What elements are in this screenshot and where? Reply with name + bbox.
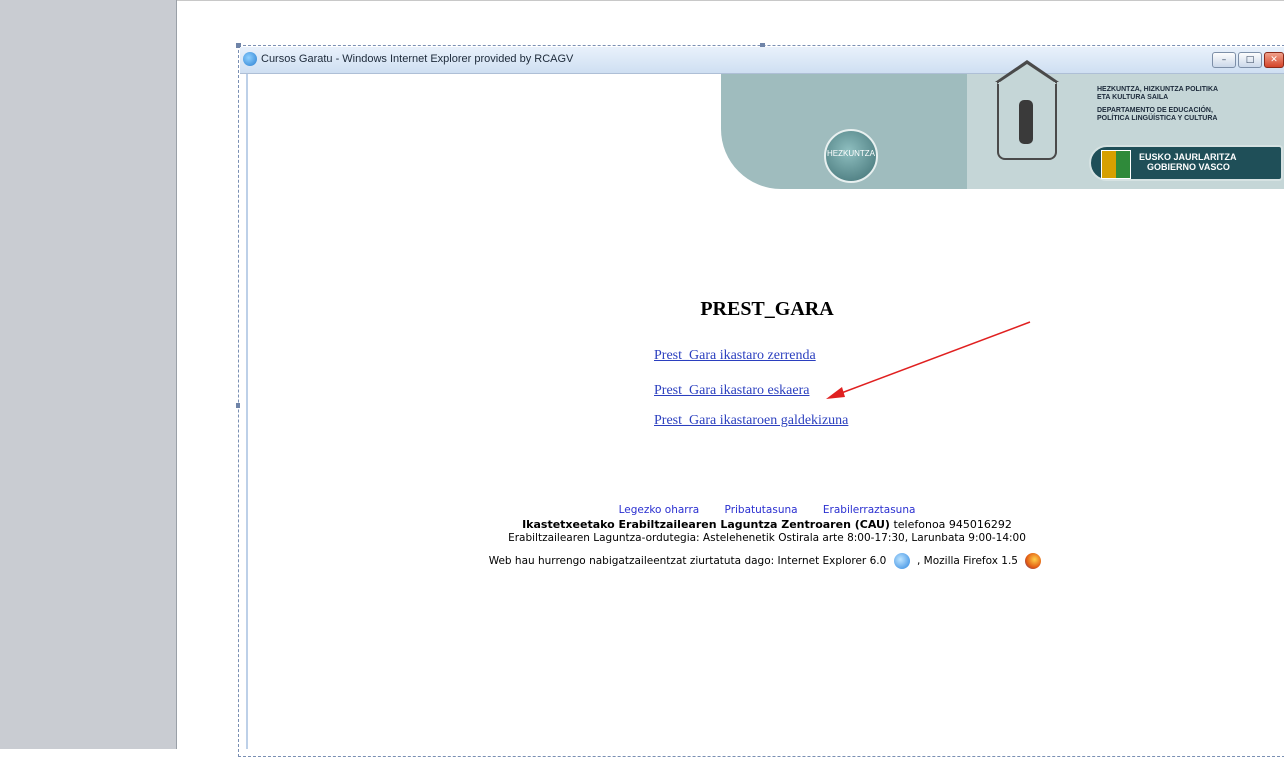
page-title: PREST_GARA [700, 298, 834, 320]
hezkuntza-badge-text: HEZKUNTZA [827, 149, 875, 158]
footer-browsers: Web hau hurrengo nabigatzaileentzat ziur… [248, 553, 1284, 569]
firefox-icon [1025, 553, 1042, 569]
footer-cau-name: Ikastetxeetako Erabiltzailearen Laguntza… [522, 518, 890, 531]
page-content: HEZKUNTZA HEZKUNTZA, HIZKUNTZA POLITIKA … [246, 60, 1284, 749]
footer-cau-phone: telefonoa 945016292 [889, 518, 1012, 531]
footer-browsers-prefix: Web hau hurrengo nabigatzaileentzat ziur… [488, 555, 887, 567]
basque-government-logo: EUSKO JAURLARITZA GOBIERNO VASCO [1089, 145, 1283, 181]
ie-titlebar: Cursos Garatu - Windows Internet Explore… [240, 47, 1284, 74]
footer-links: Legezko oharra Pribatutasuna Erabilerraz… [248, 504, 1284, 516]
slide-thumbnail-pane [0, 0, 177, 749]
dept-eu-line-1: HEZKUNTZA, HIZKUNTZA POLITIKA [1097, 86, 1219, 93]
tree-logo-icon [1019, 100, 1033, 144]
footer-link-privacy[interactable]: Pribatutasuna [725, 504, 798, 516]
gov-name-eu: EUSKO JAURLARITZA [1139, 152, 1237, 162]
dept-eu-line-2: ETA KULTURA SAILA [1097, 94, 1169, 101]
link-course-list[interactable]: Prest_Gara ikastaro zerrenda [654, 348, 816, 364]
footer-link-legal[interactable]: Legezko oharra [619, 504, 700, 516]
maximize-button[interactable]: □ [1238, 52, 1262, 68]
coat-of-arms-icon [1101, 150, 1131, 179]
link-course-request[interactable]: Prest_Gara ikastaro eskaera [654, 383, 809, 399]
window-title: Cursos Garatu - Windows Internet Explore… [261, 53, 574, 65]
header-banner: HEZKUNTZA HEZKUNTZA, HIZKUNTZA POLITIKA … [721, 60, 1284, 189]
hezkuntza-badge-icon: HEZKUNTZA [824, 129, 878, 183]
ie-window-screenshot: Cursos Garatu - Windows Internet Explore… [240, 47, 1284, 749]
footer-link-accessibility[interactable]: Erabilerraztasuna [823, 504, 916, 516]
internet-explorer-icon [893, 553, 910, 569]
dept-es-line-1: DEPARTAMENTO DE EDUCACIÓN, [1097, 107, 1213, 114]
ie-logo-icon [243, 52, 257, 66]
minimize-button[interactable]: – [1212, 52, 1236, 68]
footer-cau: Ikastetxeetako Erabiltzailearen Laguntza… [248, 518, 1284, 531]
dept-es-line-2: POLÍTICA LINGÜÍSTICA Y CULTURA [1097, 115, 1218, 122]
footer-browsers-suffix: , Mozilla Firefox 1.5 [916, 555, 1018, 567]
gov-name-es: GOBIERNO VASCO [1147, 162, 1230, 172]
department-name: HEZKUNTZA, HIZKUNTZA POLITIKA ETA KULTUR… [1097, 86, 1218, 123]
close-button[interactable]: ✕ [1264, 52, 1284, 68]
footer-hours: Erabiltzailearen Laguntza-ordutegia: Ast… [508, 532, 1026, 544]
link-course-questionnaire[interactable]: Prest_Gara ikastaroen galdekizuna [654, 413, 848, 429]
